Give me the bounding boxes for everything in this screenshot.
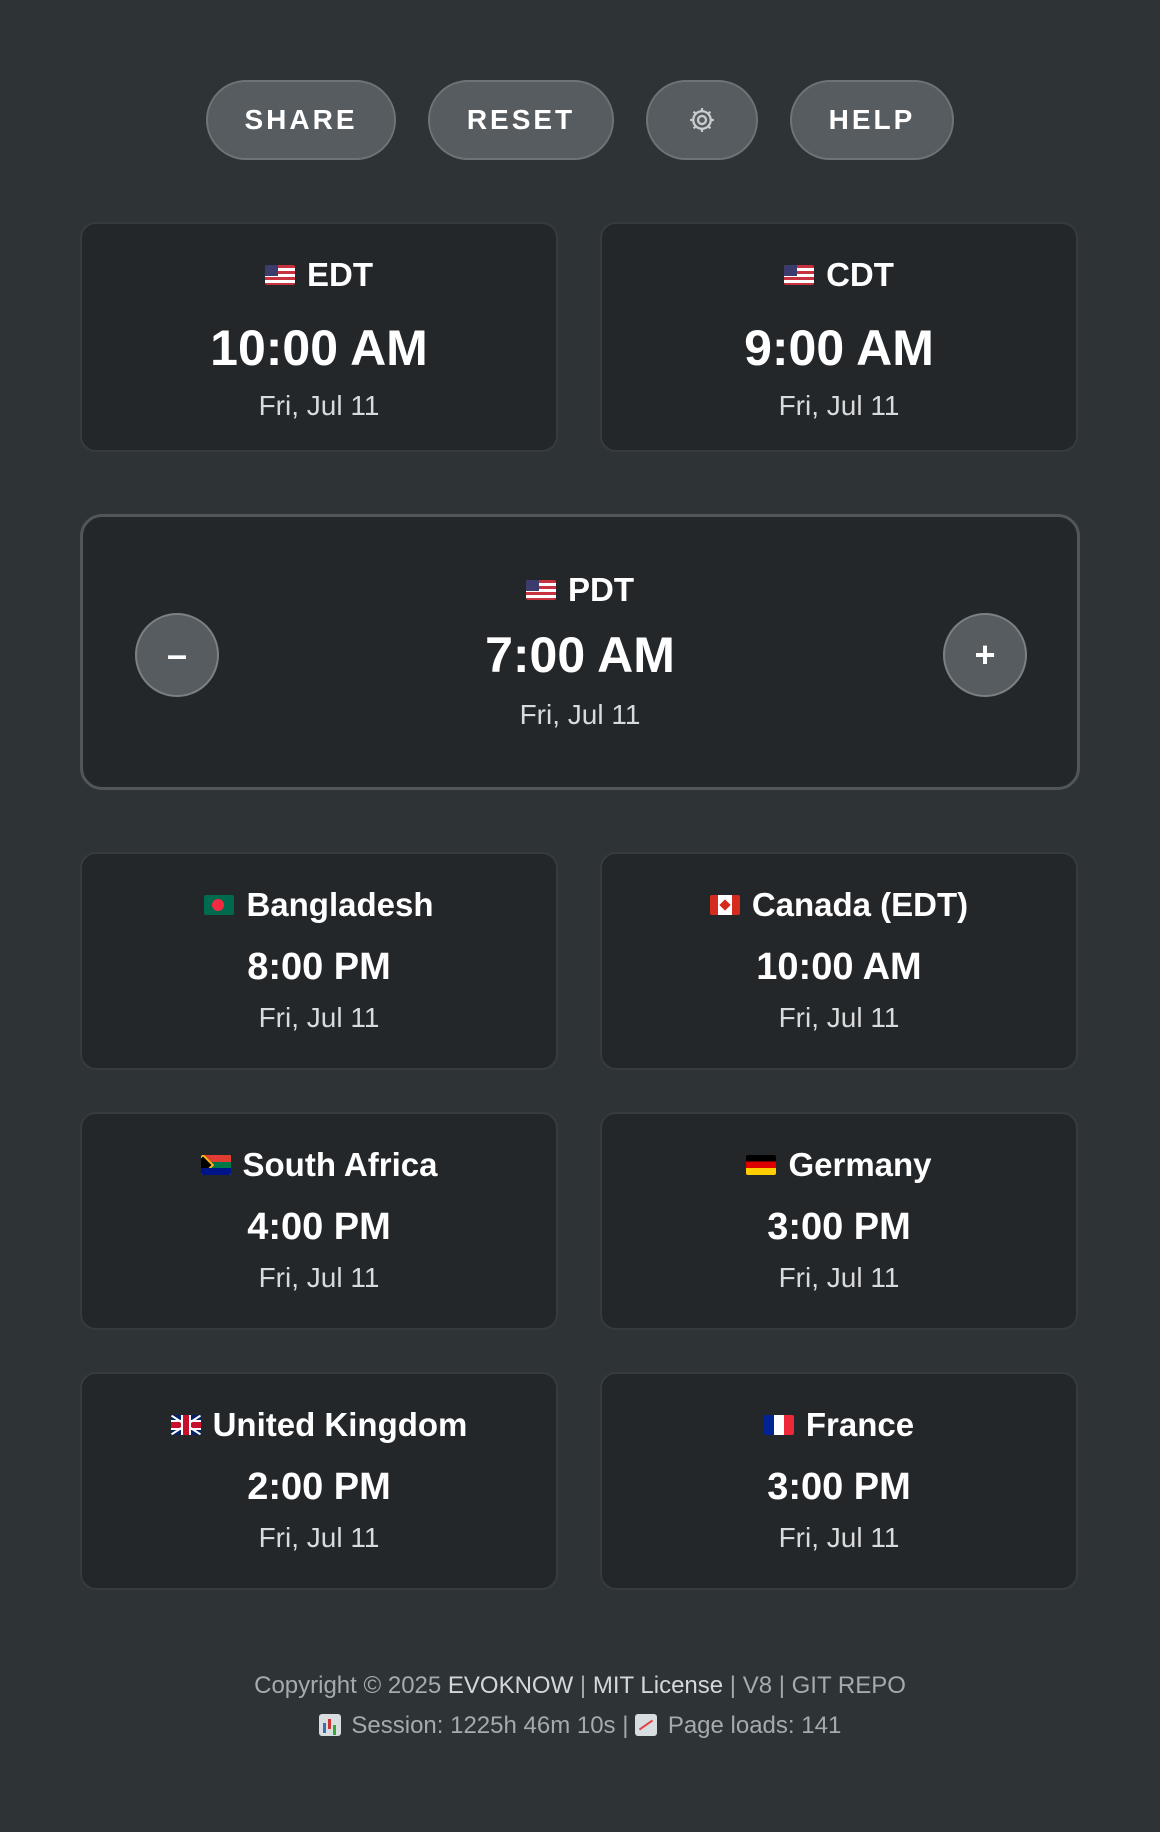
trend-chart-icon [635, 1714, 658, 1736]
country-title: France [602, 1406, 1076, 1444]
version-text: V8 [742, 1672, 773, 1699]
separator: | [729, 1672, 737, 1699]
zone-label: PDT [568, 571, 634, 608]
toolbar: SHARE RESET HELP [0, 80, 1160, 160]
country-date: Fri, Jul 11 [778, 1002, 900, 1033]
settings-button[interactable] [646, 80, 758, 160]
zone-label: CDT [826, 256, 894, 293]
session-text: Session: 1225h 46m 10s [351, 1712, 616, 1739]
country-time: 4:00 PM [247, 1206, 391, 1248]
country-title: Germany [602, 1146, 1076, 1184]
footer-line-1: Copyright © 2025 EVOKNOW | MIT License |… [0, 1666, 1160, 1706]
country-time: 3:00 PM [767, 1466, 911, 1508]
zone-time: 10:00 AM [210, 320, 428, 376]
gear-icon [690, 108, 714, 132]
country-card-bangladesh[interactable]: Bangladesh 8:00 PM Fri, Jul 11 [80, 852, 558, 1070]
zone-title: CDT [602, 256, 1076, 294]
zone-date: Fri, Jul 11 [258, 390, 380, 421]
country-title: Bangladesh [82, 886, 556, 924]
us-flag-icon [526, 580, 556, 600]
us-flag-icon [784, 265, 815, 285]
country-date: Fri, Jul 11 [778, 1262, 900, 1293]
zone-date: Fri, Jul 11 [519, 699, 641, 730]
help-button[interactable]: HELP [790, 80, 954, 160]
increment-hour-button[interactable]: + [943, 613, 1027, 697]
country-card-canada[interactable]: Canada (EDT) 10:00 AM Fri, Jul 11 [600, 852, 1078, 1070]
country-label: Germany [788, 1146, 932, 1183]
brand-link[interactable]: EVOKNOW [448, 1672, 573, 1699]
zone-card-cdt[interactable]: CDT 9:00 AM Fri, Jul 11 [600, 222, 1078, 452]
germany-flag-icon [746, 1155, 777, 1175]
zone-time: 7:00 AM [485, 627, 675, 683]
country-time: 2:00 PM [247, 1466, 391, 1508]
footer: Copyright © 2025 EVOKNOW | MIT License |… [0, 1666, 1160, 1746]
bangladesh-flag-icon [204, 895, 235, 915]
country-label: United Kingdom [212, 1406, 468, 1443]
country-date: Fri, Jul 11 [778, 1522, 900, 1553]
country-label: France [805, 1406, 915, 1443]
page-loads-text: Page loads: 141 [667, 1712, 842, 1739]
uk-flag-icon [170, 1415, 201, 1435]
us-flag-icon [265, 265, 295, 285]
country-date: Fri, Jul 11 [258, 1002, 380, 1033]
canada-flag-icon [709, 895, 740, 915]
country-time: 10:00 AM [756, 946, 922, 988]
country-title: United Kingdom [82, 1406, 556, 1444]
copyright-text: Copyright © 2025 [254, 1672, 442, 1699]
zone-title: EDT [82, 256, 556, 294]
zone-time: 9:00 AM [744, 320, 934, 376]
git-repo-link[interactable]: GIT REPO [792, 1672, 906, 1699]
country-date: Fri, Jul 11 [258, 1262, 380, 1293]
license-link[interactable]: MIT License [593, 1672, 723, 1699]
separator: | [778, 1672, 785, 1699]
share-button[interactable]: SHARE [206, 80, 396, 160]
country-card-united-kingdom[interactable]: United Kingdom 2:00 PM Fri, Jul 11 [80, 1372, 558, 1590]
footer-line-2: Session: 1225h 46m 10s | Page loads: 141 [0, 1706, 1160, 1746]
zone-date: Fri, Jul 11 [778, 390, 900, 421]
reset-button[interactable]: RESET [428, 80, 614, 160]
separator: | [579, 1672, 587, 1699]
country-card-france[interactable]: France 3:00 PM Fri, Jul 11 [600, 1372, 1078, 1590]
decrement-hour-button[interactable]: – [135, 613, 219, 697]
country-label: Bangladesh [246, 886, 434, 923]
separator: | [622, 1712, 629, 1739]
zone-label: EDT [307, 256, 373, 293]
country-date: Fri, Jul 11 [258, 1522, 380, 1553]
france-flag-icon [763, 1415, 794, 1435]
south-africa-flag-icon [200, 1155, 231, 1175]
zone-card-edt[interactable]: EDT 10:00 AM Fri, Jul 11 [80, 222, 558, 452]
country-label: South Africa [242, 1146, 438, 1183]
country-time: 3:00 PM [767, 1206, 911, 1248]
country-card-south-africa[interactable]: South Africa 4:00 PM Fri, Jul 11 [80, 1112, 558, 1330]
country-title: South Africa [82, 1146, 556, 1184]
country-card-germany[interactable]: Germany 3:00 PM Fri, Jul 11 [600, 1112, 1078, 1330]
country-time: 8:00 PM [247, 946, 391, 988]
zone-title: PDT [83, 571, 1077, 609]
country-title: Canada (EDT) [602, 886, 1076, 924]
main-zone-card-pdt: – + PDT 7:00 AM Fri, Jul 11 [80, 514, 1080, 790]
bar-chart-icon [318, 1714, 341, 1736]
country-label: Canada (EDT) [751, 886, 969, 923]
